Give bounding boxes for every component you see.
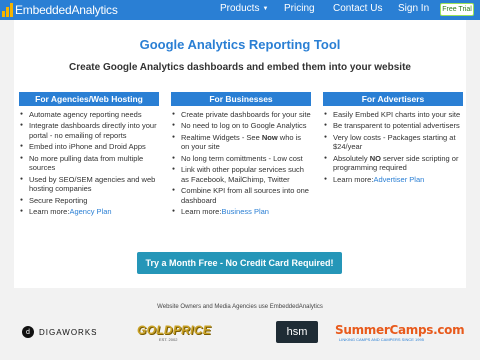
feature-list: Easily Embed KPI charts into your site B… — [323, 110, 463, 184]
list-item: Very low costs - Packages starting at $2… — [323, 133, 463, 152]
absolutely-bold: NO — [369, 153, 381, 163]
column-heading: For Businesses — [171, 92, 311, 106]
hsm-logo: hsm — [276, 320, 318, 344]
business-plan-link[interactable]: Business Plan — [221, 207, 269, 216]
list-item: Integrate dashboards directly into your … — [19, 121, 159, 140]
goldprice-logo-text: GOLDPRICE — [137, 322, 212, 337]
bar-chart-icon — [2, 3, 13, 17]
realtime-prefix: Realtime Widgets - See — [181, 132, 262, 142]
top-nav: EmbeddedAnalytics Products ▼ Pricing Cont… — [0, 0, 480, 20]
list-item: Be transparent to potential advertisers — [323, 121, 463, 131]
nav-sign-in[interactable]: Sign In — [398, 3, 429, 14]
list-item: Create private dashboards for your site — [171, 110, 311, 120]
list-item: Used by SEO/SEM agencies and web hosting… — [19, 175, 159, 194]
digaworks-mark-icon: d — [22, 326, 34, 338]
free-trial-cta-button[interactable]: Try a Month Free - No Credit Card Requir… — [137, 252, 342, 274]
page-subtitle: Create Google Analytics dashboards and e… — [69, 62, 411, 73]
nav-products-label: Products — [220, 3, 260, 14]
column-advertisers: For Advertisers Easily Embed KPI charts … — [323, 92, 463, 186]
list-item: No need to log on to Google Analytics — [171, 121, 311, 131]
learn-more-prefix: Learn more: — [333, 174, 374, 184]
free-trial-button[interactable]: Free Trial — [440, 3, 474, 16]
column-heading: For Advertisers — [323, 92, 463, 106]
learn-more-prefix: Learn more: — [29, 207, 70, 217]
nav-products[interactable]: Products ▼ — [220, 3, 268, 14]
column-businesses: For Businesses Create private dashboards… — [171, 92, 311, 219]
feature-list: Create private dashboards for your site … — [171, 110, 311, 217]
list-item: Combine KPI from all sources into one da… — [171, 186, 311, 205]
list-item: No long term comittments - Low cost — [171, 154, 311, 164]
logo-text: EmbeddedAnalytics — [15, 3, 118, 17]
caret-down-icon: ▼ — [262, 6, 269, 12]
partners-caption: Website Owners and Media Agencies use Em… — [157, 304, 323, 310]
nav-contact-us[interactable]: Contact Us — [333, 3, 382, 14]
feature-list: Automate agency reporting needs Integrat… — [19, 110, 159, 217]
list-item: Easily Embed KPI charts into your site — [323, 110, 463, 120]
column-heading: For Agencies/Web Hosting — [19, 92, 159, 106]
agency-plan-link[interactable]: Agency Plan — [69, 207, 111, 216]
list-item-learn-more: Learn more:Agency Plan — [19, 207, 159, 217]
digaworks-logo: d DIGAWORKS — [22, 320, 97, 344]
logo[interactable]: EmbeddedAnalytics — [2, 1, 118, 19]
summercamps-logo-text: SummerCamps.com — [335, 322, 465, 337]
column-agencies: For Agencies/Web Hosting Automate agency… — [19, 92, 159, 219]
list-item: Embed into iPhone and Droid Apps — [19, 142, 159, 152]
digaworks-logo-text: DIGAWORKS — [39, 327, 98, 337]
goldprice-logo-sub: EST. 2002 — [159, 336, 178, 342]
list-item: Automate agency reporting needs — [19, 110, 159, 120]
page-title: Google Analytics Reporting Tool — [139, 37, 341, 52]
list-item: Realtime Widgets - See Now who is on you… — [171, 133, 311, 152]
list-item-learn-more: Learn more:Advertiser Plan — [323, 175, 463, 185]
list-item: Secure Reporting — [19, 196, 159, 206]
advertiser-plan-link[interactable]: Advertiser Plan — [373, 175, 424, 184]
absolutely-prefix: Absolutely — [333, 153, 370, 163]
list-item: Link with other popular services such as… — [171, 165, 311, 184]
goldprice-logo: GOLDPRICE EST. 2002 — [137, 320, 211, 344]
list-item: No more pulling data from multiple sourc… — [19, 154, 159, 173]
realtime-bold: Now — [261, 132, 278, 142]
list-item: Absolutely NO server side scripting or p… — [323, 154, 463, 173]
summercamps-logo: SummerCamps.com LINKING CAMPS AND CAMPER… — [335, 320, 465, 344]
summercamps-logo-sub: LINKING CAMPS AND CAMPERS SINCE 1995 — [339, 336, 424, 342]
nav-pricing[interactable]: Pricing — [284, 3, 315, 14]
hsm-logo-text: hsm — [276, 321, 318, 343]
list-item-learn-more: Learn more:Business Plan — [171, 207, 311, 217]
learn-more-prefix: Learn more: — [181, 207, 222, 217]
